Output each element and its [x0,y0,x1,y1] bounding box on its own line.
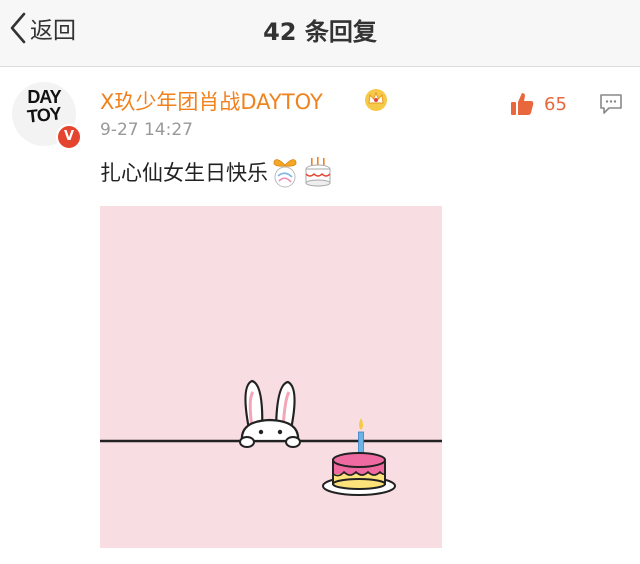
comment-time: 9-27 14:27 [100,120,193,140]
comment-text: 扎心仙女生日快乐 [100,161,268,185]
crown-icon [365,89,387,111]
like-count: 65 [544,93,567,115]
cake-emoji-icon [305,157,331,187]
comment-image[interactable] [100,206,442,548]
username[interactable]: X玖少年团肖战DAYTOY [100,86,323,116]
avatar-logo: DAY TOY [26,87,62,127]
comment-icon[interactable] [599,93,623,115]
avatar[interactable]: DAY TOY V [12,82,82,150]
top-navigation-bar: 返回 42 条回复 [0,0,640,67]
ribbon-emoji-icon [273,159,297,188]
page-title: 42 条回复 [263,18,377,46]
bunny-cake-illustration [100,379,442,496]
thumbs-up-icon [511,93,534,115]
comment-body: 扎心仙女生日快乐 [100,156,334,188]
verified-badge-icon: V [56,124,82,150]
like-button[interactable]: 65 [508,90,567,118]
